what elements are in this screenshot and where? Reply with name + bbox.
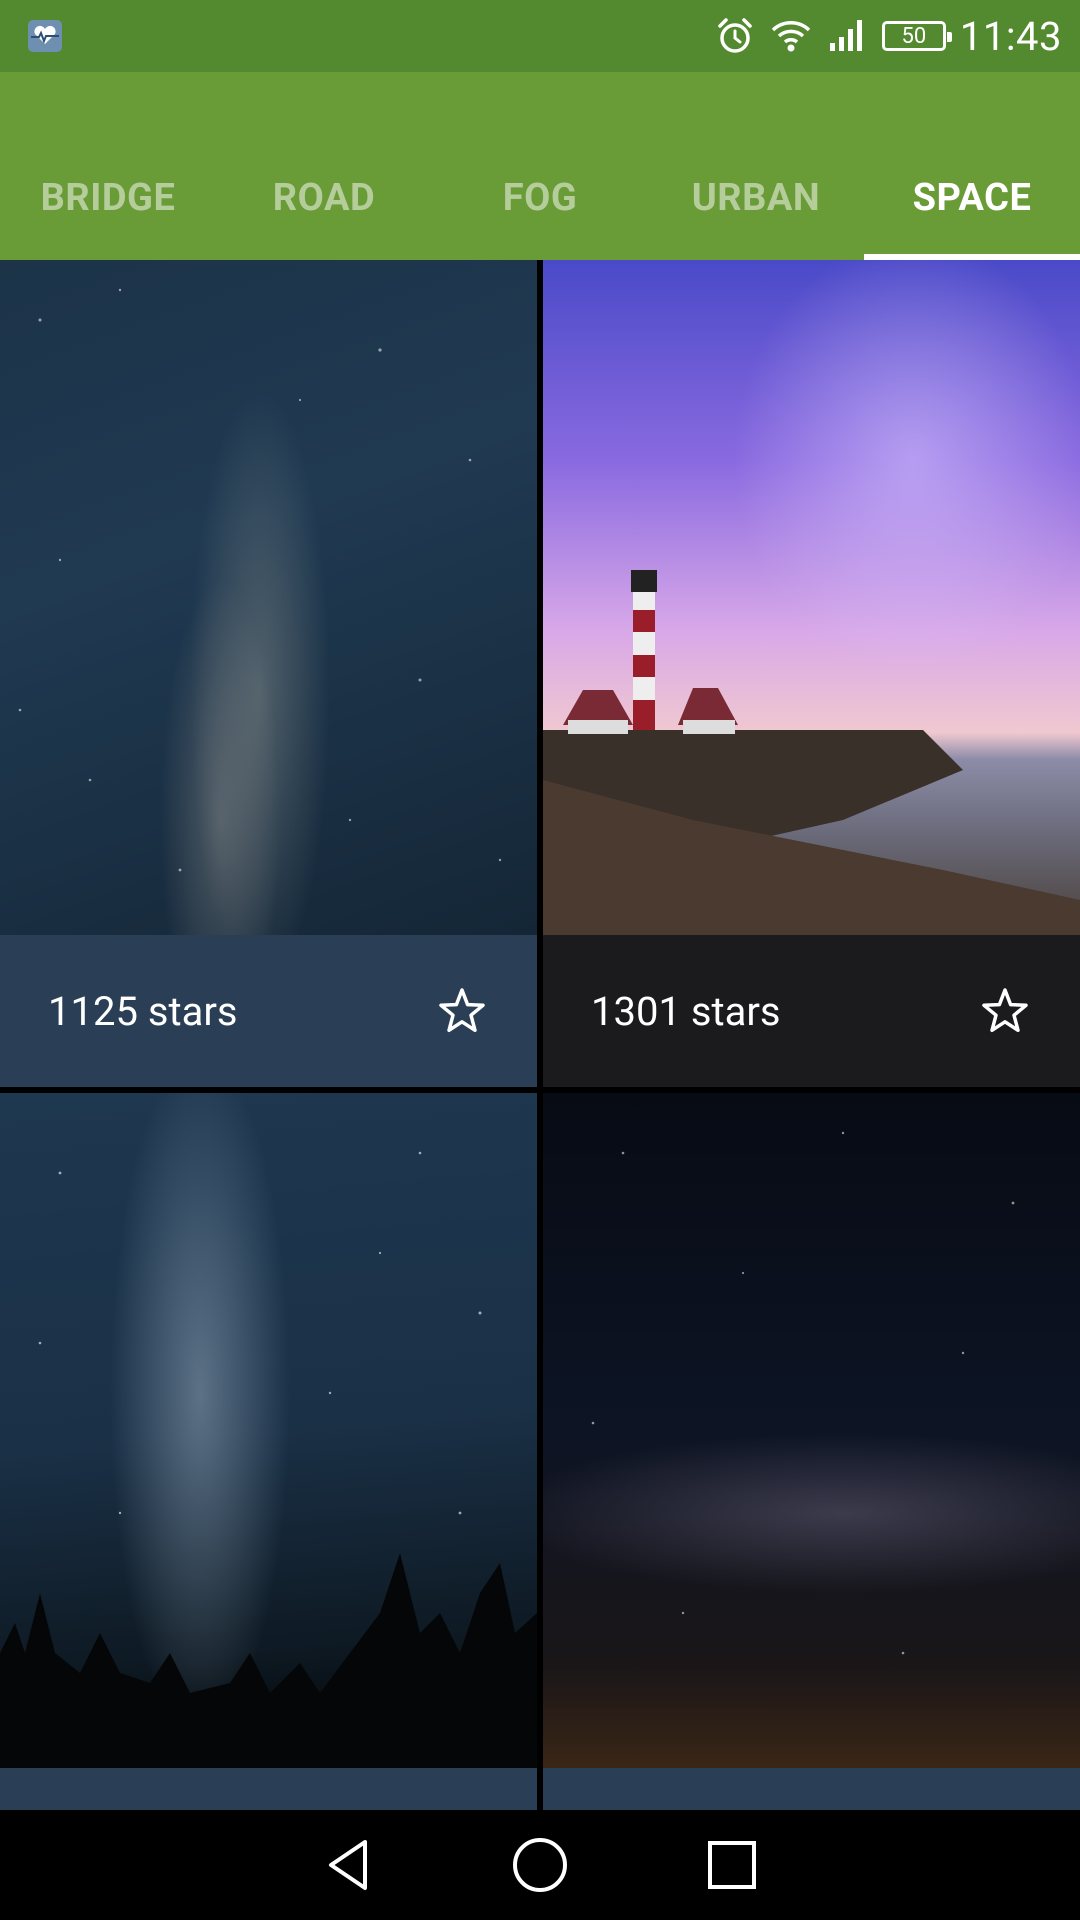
photo-card[interactable]: [0, 1093, 537, 1810]
stars-count: 1301 stars: [591, 987, 781, 1035]
status-bar: 50 11:43: [0, 0, 1080, 72]
alarm-icon: [718, 18, 752, 53]
tab-bridge[interactable]: BRIDGE: [0, 135, 216, 260]
card-footer: 1301 stars: [543, 935, 1080, 1087]
photo-card[interactable]: [543, 1093, 1080, 1810]
clock: 11:43: [959, 12, 1062, 60]
tab-space[interactable]: SPACE: [864, 135, 1080, 260]
card-footer: [0, 1768, 537, 1810]
card-footer: [543, 1768, 1080, 1810]
app-bar: BRIDGE ROAD FOG URBAN SPACE: [0, 72, 1080, 260]
navigation-bar: [0, 1810, 1080, 1920]
milky-way-photo[interactable]: [0, 260, 537, 935]
wifi-icon: [771, 21, 811, 52]
photo-card[interactable]: 1301 stars: [543, 260, 1080, 1087]
milky-way-horizon-photo[interactable]: [543, 1093, 1080, 1768]
tab-fog[interactable]: FOG: [432, 135, 648, 260]
lighthouse-photo[interactable]: [543, 260, 1080, 935]
category-tabs: BRIDGE ROAD FOG URBAN SPACE: [0, 135, 1080, 260]
star-icon[interactable]: [980, 986, 1030, 1036]
signal-icon: [829, 20, 862, 51]
tab-urban[interactable]: URBAN: [648, 135, 864, 260]
back-icon[interactable]: [317, 1834, 379, 1896]
recents-icon[interactable]: [701, 1834, 763, 1896]
battery-level: 50: [901, 23, 927, 49]
battery-icon: 50: [881, 21, 952, 51]
photo-card[interactable]: 1125 stars: [0, 260, 537, 1087]
stars-count: 1125 stars: [48, 987, 238, 1035]
home-icon[interactable]: [509, 1834, 571, 1896]
tab-road[interactable]: ROAD: [216, 135, 432, 260]
star-icon[interactable]: [437, 986, 487, 1036]
health-app-icon: [28, 20, 62, 52]
photo-grid[interactable]: 1125 stars 1301 stars: [0, 260, 1080, 1810]
card-footer: 1125 stars: [0, 935, 537, 1087]
milky-way-forest-photo[interactable]: [0, 1093, 537, 1768]
